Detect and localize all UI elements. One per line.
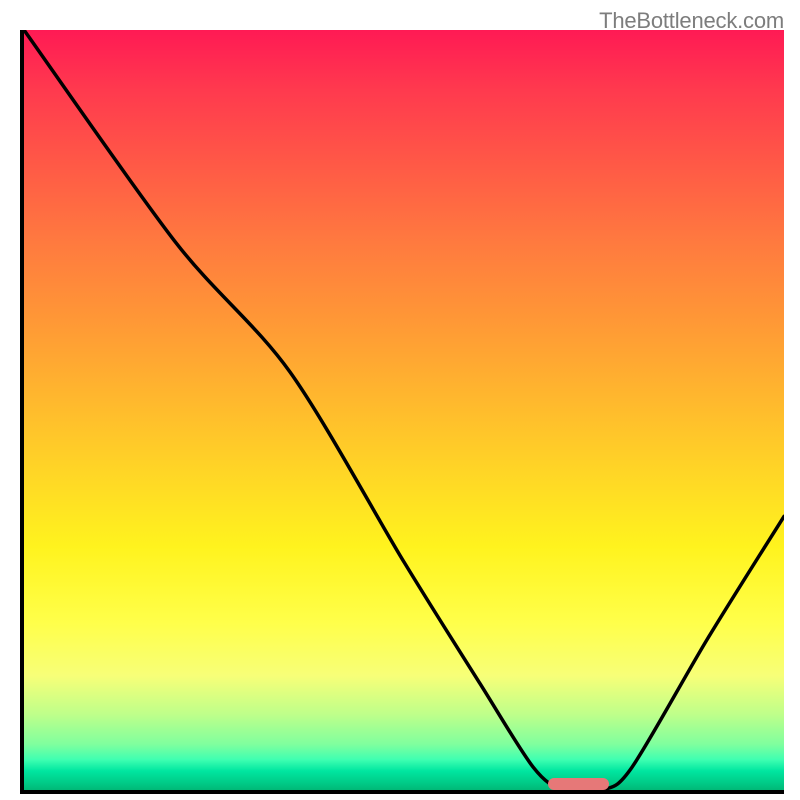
bottleneck-curve <box>24 30 784 790</box>
plot-area <box>20 30 784 794</box>
optimum-marker <box>548 778 609 790</box>
chart-container: TheBottleneck.com <box>0 0 800 800</box>
